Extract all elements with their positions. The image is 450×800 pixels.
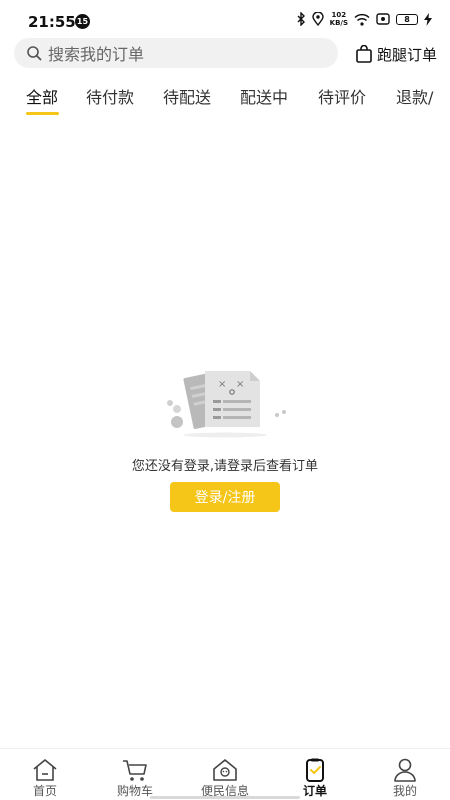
svg-text:×: ×	[236, 379, 244, 390]
order-icon	[306, 758, 324, 782]
location-icon	[311, 12, 324, 26]
net-speed-unit: KB/S	[329, 19, 348, 27]
screen-record-icon	[376, 13, 390, 25]
active-tab-indicator	[26, 112, 59, 115]
nav-item-community[interactable]: 便民信息	[180, 749, 270, 800]
tab-delivering[interactable]: 配送中	[240, 84, 288, 108]
order-status-tabs: 全部 待付款 待配送 配送中 待评价 退款/	[0, 84, 450, 118]
nav-item-profile[interactable]: 我的	[360, 749, 450, 800]
net-speed: 102 KB/S	[330, 11, 348, 27]
battery-icon: 8	[396, 13, 418, 25]
profile-icon	[394, 758, 416, 782]
empty-state-message: 您还没有登录,请登录后查看订单	[131, 459, 319, 474]
nav-item-cart[interactable]: 购物车	[90, 749, 180, 800]
nav-item-home[interactable]: 首页	[0, 749, 90, 800]
login-register-button[interactable]: 登录/注册	[170, 482, 280, 512]
errand-orders-label: 跑腿订单	[376, 45, 437, 64]
home-icon	[33, 759, 57, 781]
nav-label-profile: 我的	[392, 784, 417, 798]
home-indicator	[150, 796, 300, 799]
search-placeholder: 搜索我的订单	[48, 45, 145, 64]
nav-label-home: 首页	[32, 784, 57, 798]
net-speed-value: 102	[331, 11, 347, 19]
community-icon	[213, 759, 237, 781]
notification-badge: 15	[75, 14, 90, 29]
nav-item-orders[interactable]: 订单	[270, 749, 360, 800]
search-icon	[27, 46, 42, 61]
cart-icon	[123, 760, 147, 781]
bluetooth-icon	[297, 12, 305, 26]
svg-text:×: ×	[218, 379, 226, 390]
tab-pending-review[interactable]: 待评价	[318, 84, 366, 108]
charging-icon	[424, 12, 432, 26]
search-input[interactable]: 搜索我的订单	[14, 38, 338, 68]
status-bar: 21:55 15 102 KB/S 8	[0, 0, 450, 40]
errand-orders-button[interactable]: 跑腿订单	[355, 42, 437, 66]
tab-all[interactable]: 全部	[26, 84, 58, 108]
status-icons: 102 KB/S 8	[296, 11, 432, 27]
status-time: 21:55	[28, 13, 76, 31]
tab-pending-payment[interactable]: 待付款	[86, 84, 134, 108]
shopping-bag-icon	[356, 45, 372, 63]
empty-orders-illustration: × ×	[167, 371, 286, 438]
tab-refund[interactable]: 退款/	[396, 84, 433, 108]
wifi-icon	[354, 13, 370, 26]
tab-pending-delivery[interactable]: 待配送	[163, 84, 211, 108]
bottom-navigation: 首页 购物车 便民信息 订单 我的	[0, 748, 450, 800]
